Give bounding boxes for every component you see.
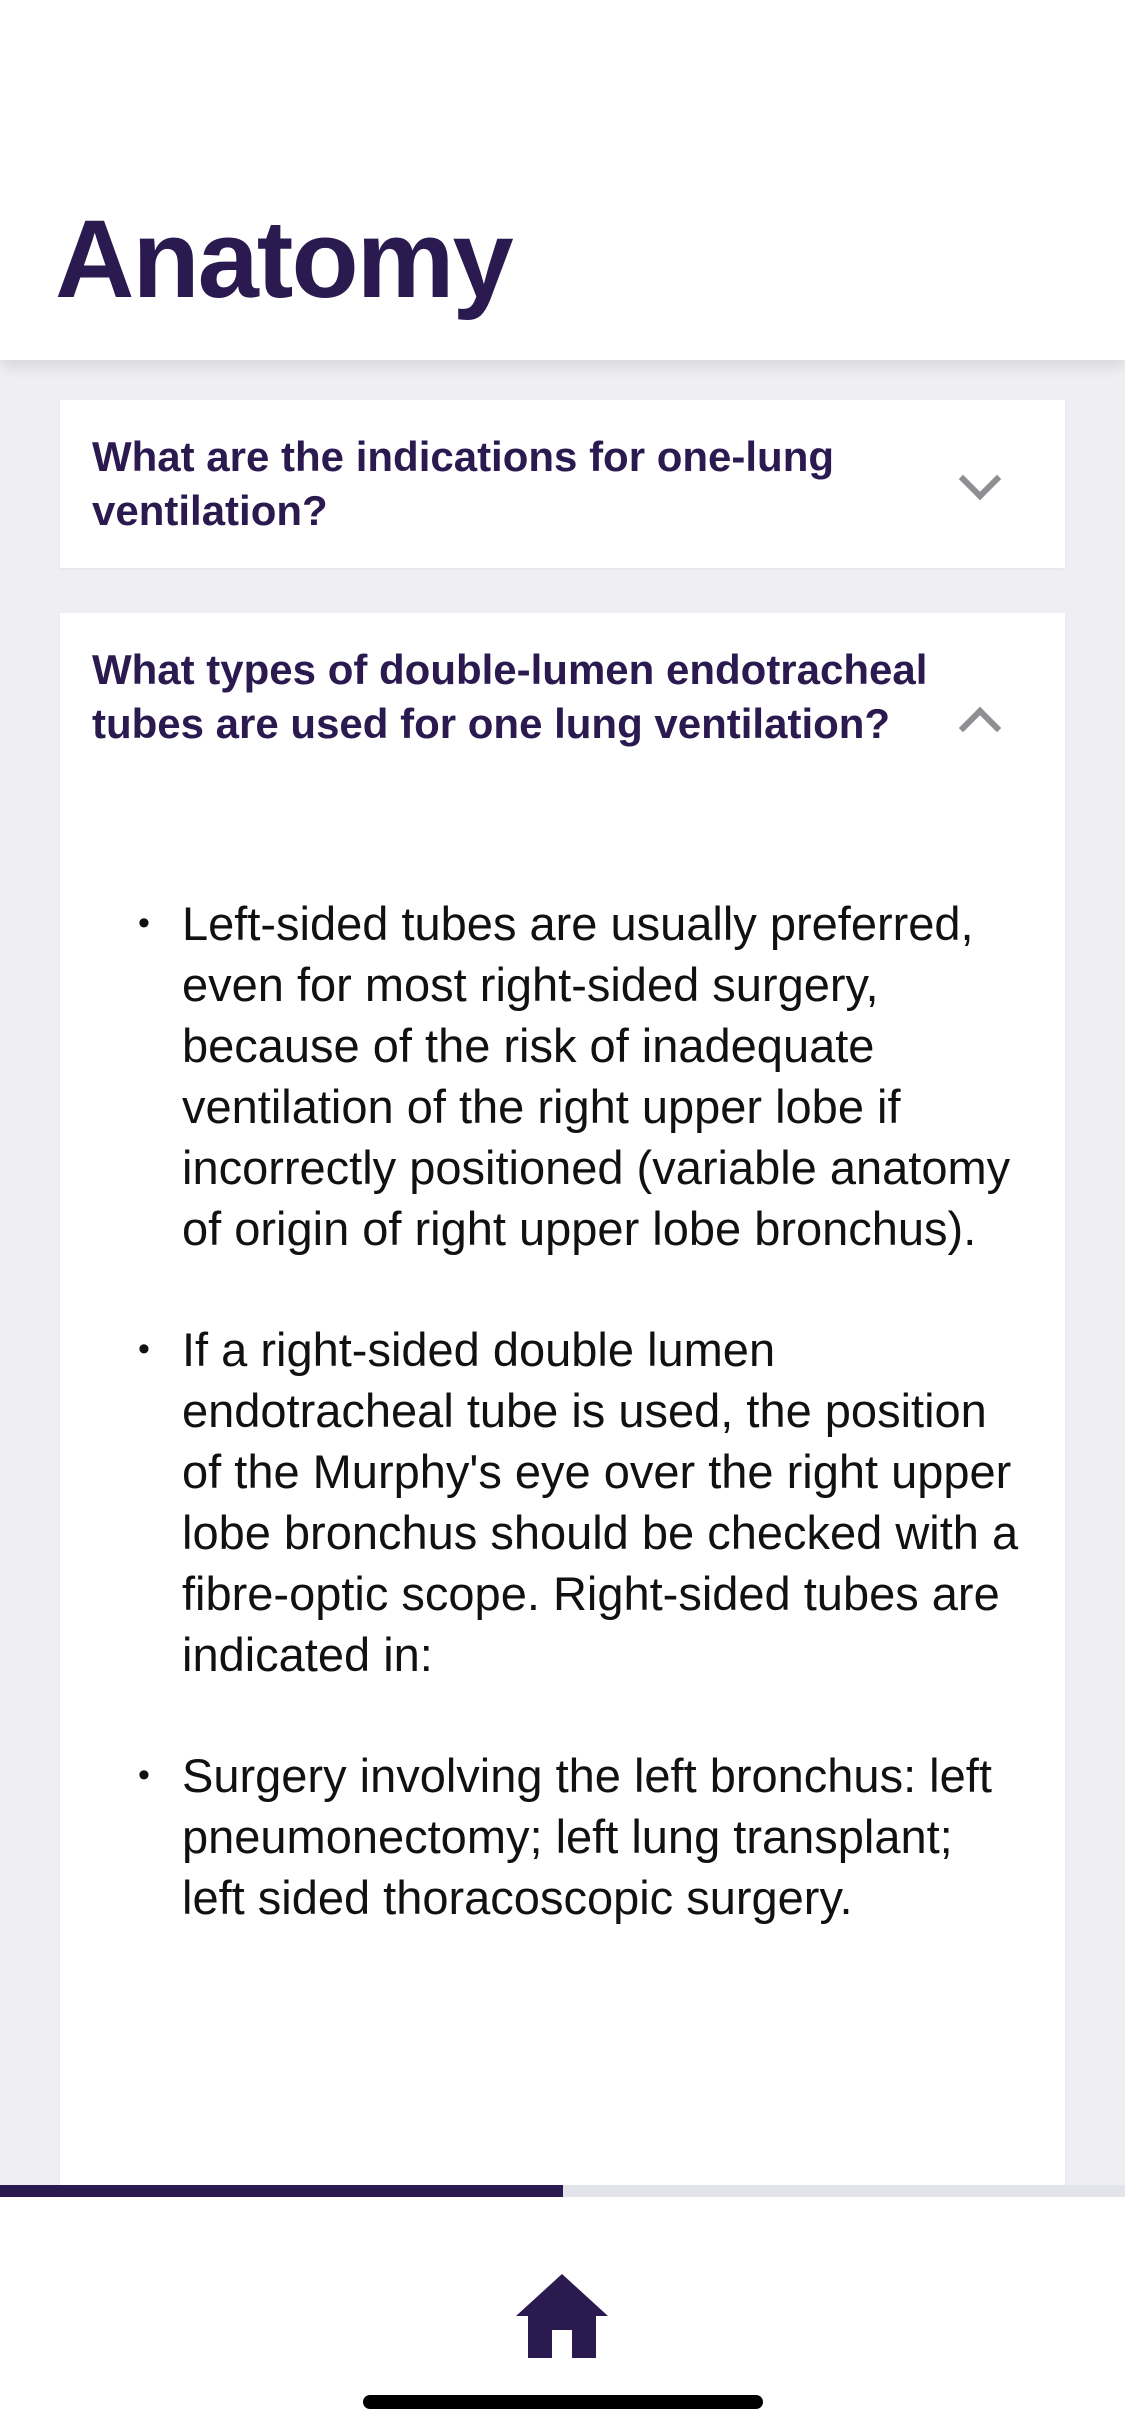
answer-bullet: • If a right-sided double lumen endotrac…: [60, 1319, 1065, 1685]
progress-bar: [0, 2185, 1125, 2197]
answer-bullet: • Surgery involving the left bronchus: l…: [60, 1745, 1065, 1928]
bullet-dot-icon: •: [138, 1330, 150, 1368]
answer-bullet-text: Surgery involving the left bronchus: lef…: [182, 1749, 992, 1924]
faq-question[interactable]: What types of double-lumen endotracheal …: [92, 643, 972, 751]
bullet-dot-icon: •: [138, 1756, 150, 1794]
faq-card-tube-types[interactable]: What types of double-lumen endotracheal …: [60, 613, 1065, 2185]
faq-question[interactable]: What are the indications for one-lung ve…: [92, 430, 972, 538]
answer-bullet-text: If a right-sided double lumen endotrache…: [182, 1323, 1019, 1681]
faq-answer: • Left-sided tubes are usually preferred…: [60, 893, 1065, 1988]
answer-bullet: • Left-sided tubes are usually preferred…: [60, 893, 1065, 1259]
home-button[interactable]: [512, 2270, 612, 2360]
home-icon[interactable]: [512, 2270, 612, 2360]
header: Anatomy: [0, 0, 1125, 360]
bullet-dot-icon: •: [138, 904, 150, 942]
content-scroll-area[interactable]: What are the indications for one-lung ve…: [0, 360, 1125, 2185]
home-indicator: [363, 2395, 763, 2409]
progress-fill: [0, 2185, 563, 2197]
page-title: Anatomy: [55, 198, 514, 321]
bottom-bar: [0, 2185, 1125, 2436]
answer-bullet-text: Left-sided tubes are usually preferred, …: [182, 897, 1011, 1255]
faq-card-indications[interactable]: What are the indications for one-lung ve…: [60, 400, 1065, 568]
